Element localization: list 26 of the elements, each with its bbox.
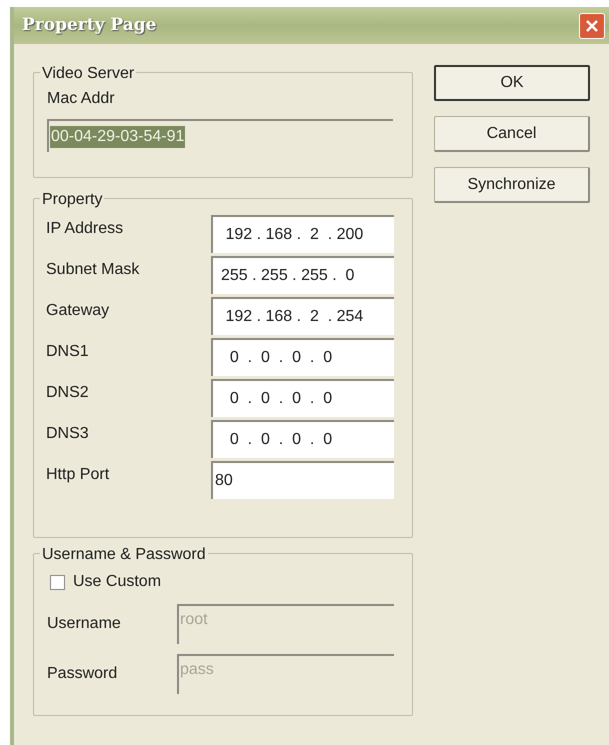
field-label: Subnet Mask bbox=[46, 260, 140, 280]
ip-address-field[interactable]: 0 . 0 . 0 . 0 bbox=[211, 379, 394, 417]
dialog-button[interactable]: Cancel bbox=[434, 116, 590, 152]
field-label: Password bbox=[47, 664, 118, 684]
ip-address-field[interactable]: 0 . 0 . 0 . 0 bbox=[211, 338, 394, 376]
window-title: Property Page bbox=[22, 14, 156, 37]
ip-address-field[interactable]: 192 . 168 . 2 . 200 bbox=[211, 215, 394, 253]
ip-address-field[interactable]: 255 . 255 . 255 . 0 bbox=[211, 256, 394, 294]
ip-address-field[interactable]: 0 . 0 . 0 . 0 bbox=[211, 420, 394, 458]
field-label: DNS1 bbox=[46, 342, 90, 362]
close-icon bbox=[585, 18, 599, 32]
input-field[interactable]: 80 bbox=[211, 461, 394, 499]
checkbox[interactable] bbox=[50, 574, 65, 590]
field-value: 00-04-29-03-54-91 bbox=[50, 126, 186, 148]
field-label: Mac Addr bbox=[47, 89, 116, 109]
checkbox-label: Use Custom bbox=[73, 572, 162, 592]
field-label: DNS2 bbox=[46, 383, 90, 403]
dialog-button[interactable]: OK bbox=[434, 65, 590, 101]
field-label: Http Port bbox=[46, 465, 110, 485]
field-label: Username bbox=[47, 614, 122, 634]
field-label: Gateway bbox=[46, 301, 110, 321]
field-label: DNS3 bbox=[46, 424, 90, 444]
field-label: IP Address bbox=[46, 219, 124, 239]
close-button[interactable] bbox=[579, 12, 605, 38]
dialog-button[interactable]: Synchronize bbox=[434, 167, 590, 203]
ip-address-field[interactable]: 192 . 168 . 2 . 254 bbox=[211, 297, 394, 335]
